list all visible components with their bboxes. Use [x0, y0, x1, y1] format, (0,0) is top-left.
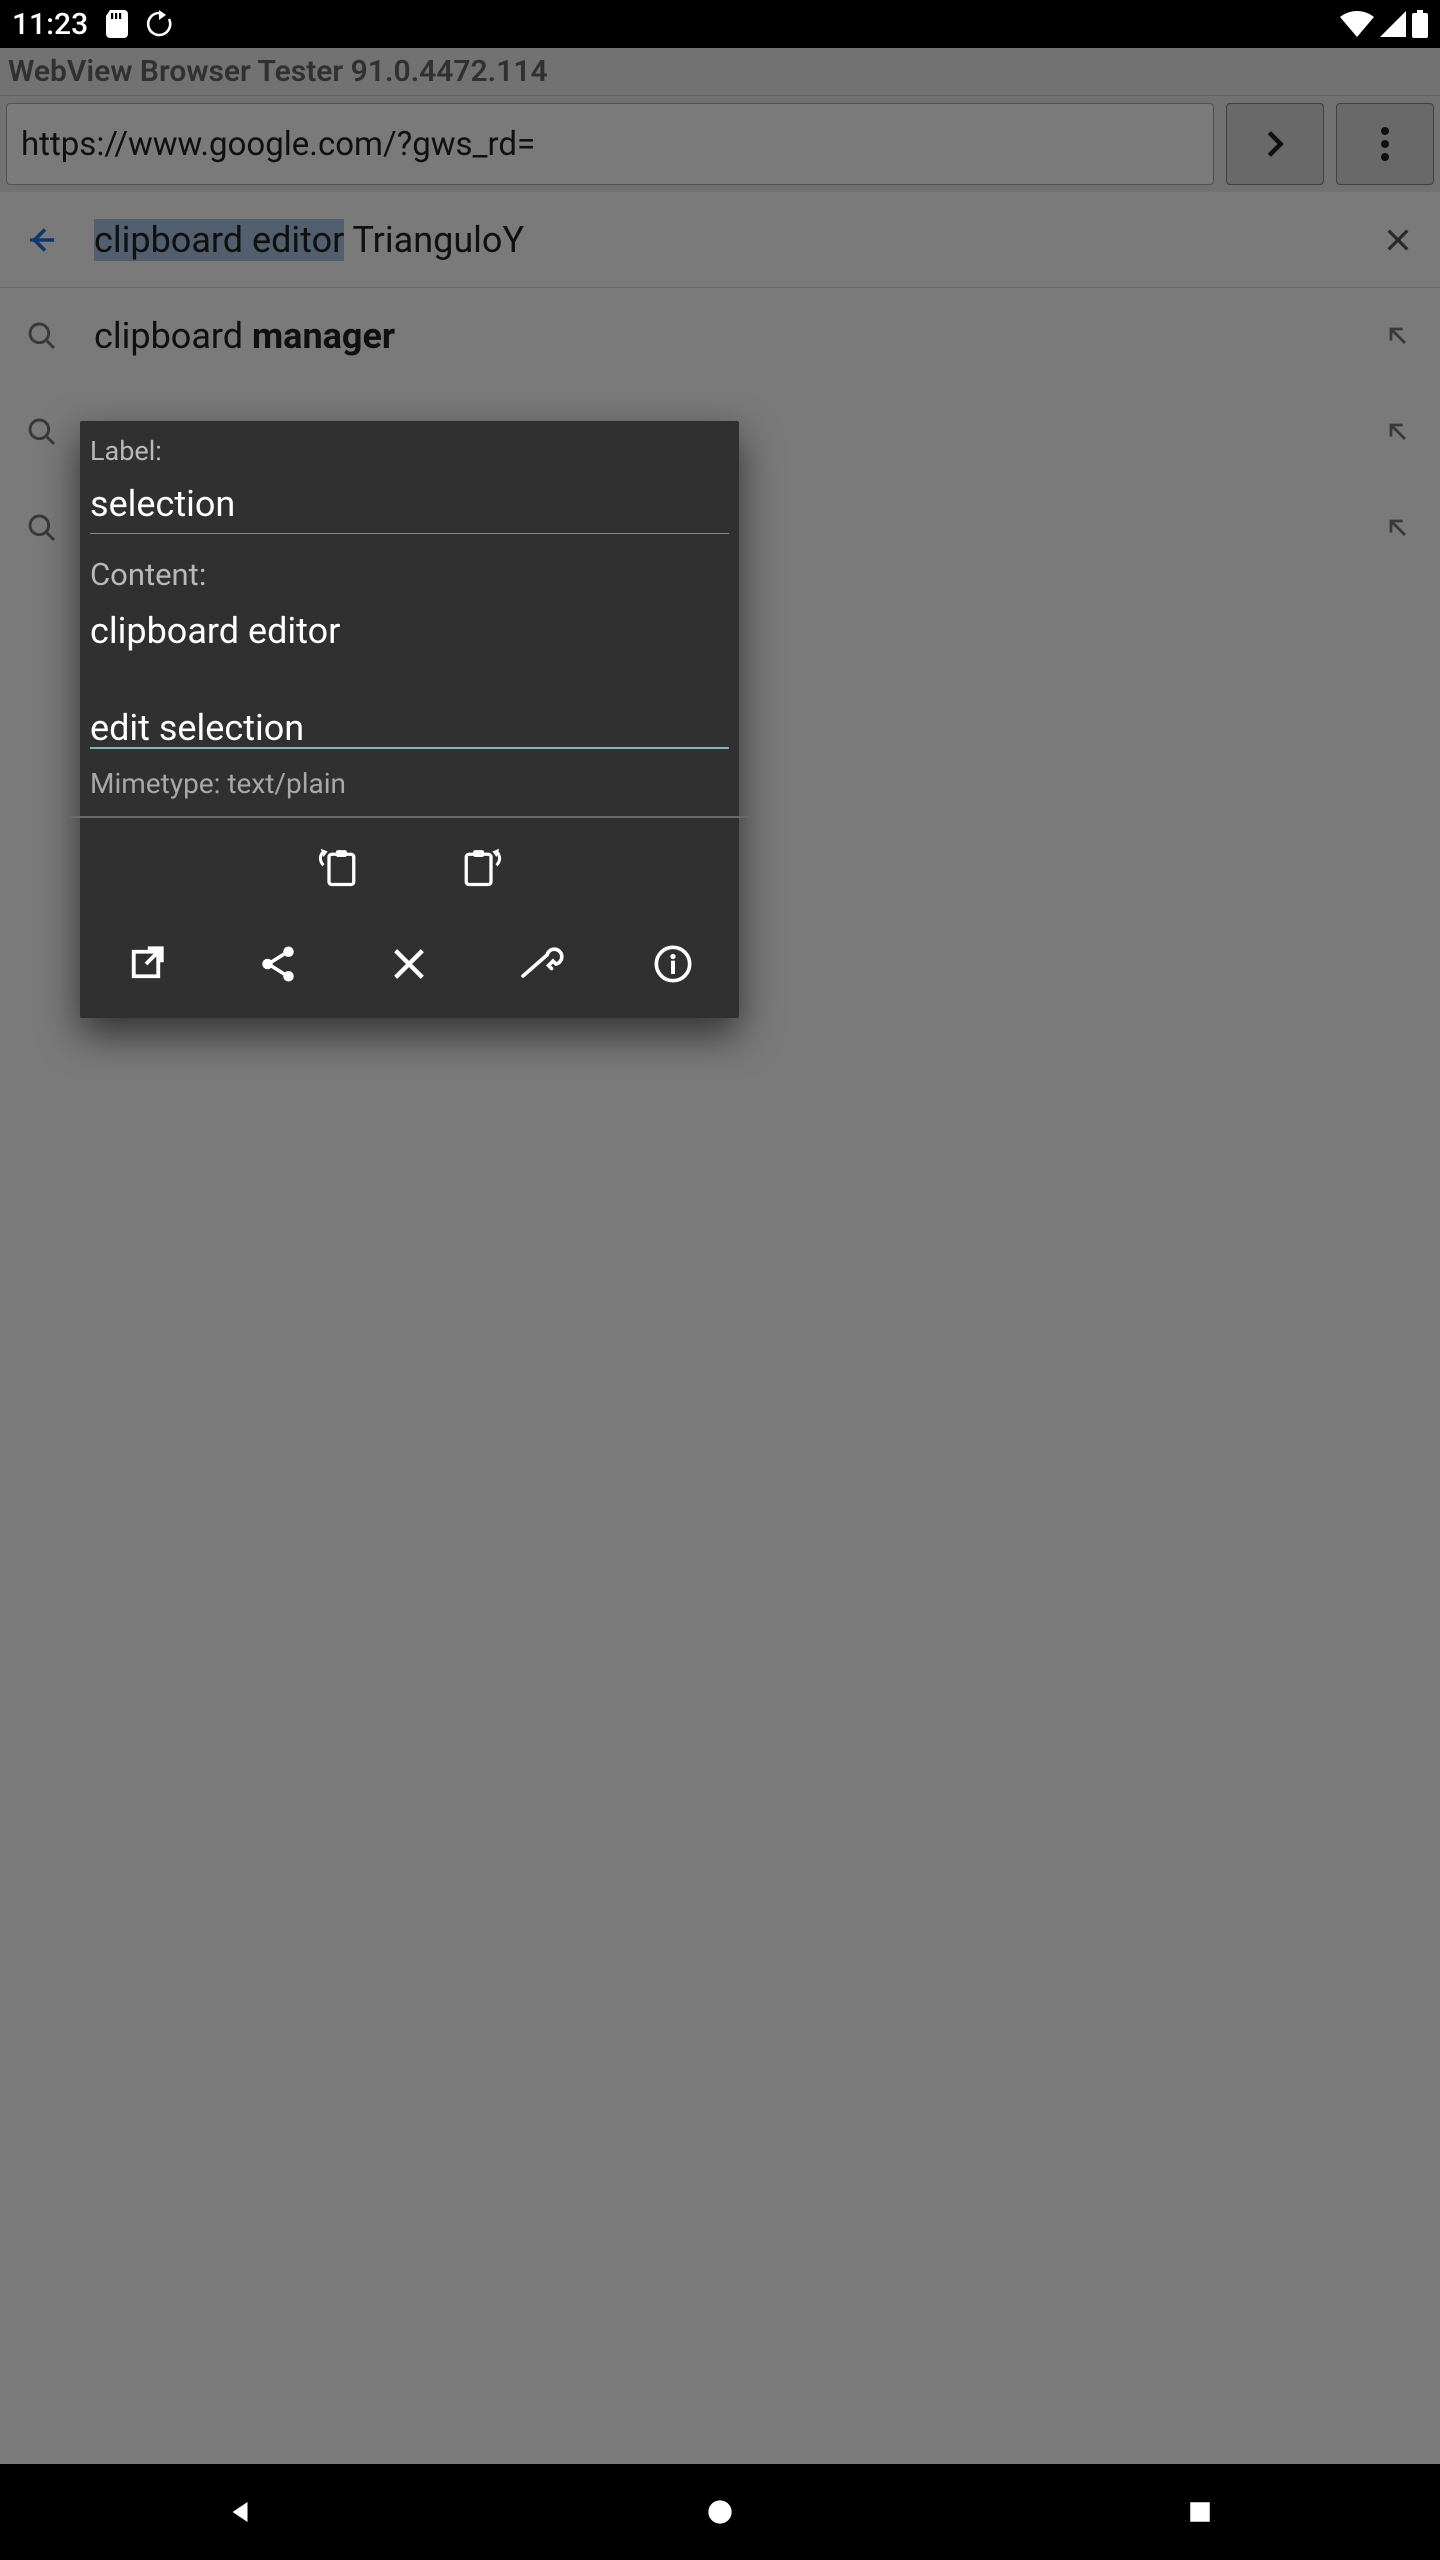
wrench-icon — [517, 943, 565, 985]
search-query-rest: TrianguloY — [344, 219, 524, 261]
back-button[interactable] — [14, 222, 70, 258]
dialog-clipboard-row — [80, 818, 739, 922]
insert-suggestion-button[interactable] — [1370, 514, 1426, 542]
settings-button[interactable] — [513, 936, 569, 992]
suggestion-row[interactable]: clipboard manager — [0, 288, 1440, 384]
sync-icon — [146, 10, 172, 38]
chevron-right-icon — [1258, 127, 1292, 161]
dialog-action-row — [80, 922, 739, 1018]
square-recents-icon — [1187, 2499, 1213, 2525]
system-nav-bar — [0, 2464, 1440, 2560]
cell-signal-icon — [1380, 11, 1406, 37]
go-button[interactable] — [1226, 103, 1324, 185]
share-icon — [257, 943, 299, 985]
nav-home-button[interactable] — [660, 2482, 780, 2542]
search-query[interactable]: clipboard editor TrianguloY — [70, 219, 1370, 261]
insert-suggestion-button[interactable] — [1370, 322, 1426, 350]
clock: 11:23 — [12, 7, 88, 42]
info-icon — [653, 944, 693, 984]
content-field-label: Content: — [90, 556, 729, 599]
open-external-button[interactable] — [118, 936, 174, 992]
sd-card-icon — [106, 10, 128, 38]
search-icon — [14, 320, 70, 352]
search-icon — [14, 512, 70, 544]
clear-search-button[interactable] — [1370, 224, 1426, 256]
clipboard-in-icon — [318, 846, 362, 890]
info-button[interactable] — [645, 936, 701, 992]
battery-icon — [1412, 10, 1428, 38]
label-input[interactable] — [90, 473, 729, 534]
triangle-back-icon — [225, 2497, 255, 2527]
clipboard-out-icon — [458, 846, 502, 890]
content-input[interactable] — [90, 599, 729, 749]
share-button[interactable] — [250, 936, 306, 992]
url-field[interactable]: https://www.google.com/?gws_rd= — [6, 103, 1214, 185]
more-vert-icon — [1380, 126, 1390, 162]
suggestion-text: clipboard manager — [70, 315, 1370, 357]
wifi-icon — [1340, 11, 1374, 37]
mimetype-label: Mimetype: text/plain — [90, 753, 729, 810]
arrow-up-left-icon — [1384, 514, 1412, 542]
webview-title: WebView Browser Tester 91.0.4472.114 — [0, 48, 1440, 96]
close-icon — [1382, 224, 1414, 256]
search-icon — [14, 416, 70, 448]
open-external-icon — [125, 943, 167, 985]
search-header: clipboard editor TrianguloY — [0, 192, 1440, 288]
webview-toolbar: https://www.google.com/?gws_rd= — [0, 96, 1440, 192]
copy-out-button[interactable] — [452, 840, 508, 896]
circle-home-icon — [706, 2498, 734, 2526]
search-query-selected: clipboard editor — [94, 219, 344, 261]
more-button[interactable] — [1336, 103, 1434, 185]
insert-suggestion-button[interactable] — [1370, 418, 1426, 446]
clipboard-editor-dialog: Label: Content: Mimetype: text/plain — [80, 421, 739, 1018]
arrow-up-left-icon — [1384, 322, 1412, 350]
close-icon — [389, 944, 429, 984]
arrow-left-icon — [24, 222, 60, 258]
nav-back-button[interactable] — [180, 2482, 300, 2542]
label-field-label: Label: — [90, 435, 729, 473]
close-dialog-button[interactable] — [381, 936, 437, 992]
arrow-up-left-icon — [1384, 418, 1412, 446]
status-bar: 11:23 — [0, 0, 1440, 48]
nav-recents-button[interactable] — [1140, 2482, 1260, 2542]
page-backdrop: WebView Browser Tester 91.0.4472.114 htt… — [0, 48, 1440, 2464]
paste-into-button[interactable] — [312, 840, 368, 896]
